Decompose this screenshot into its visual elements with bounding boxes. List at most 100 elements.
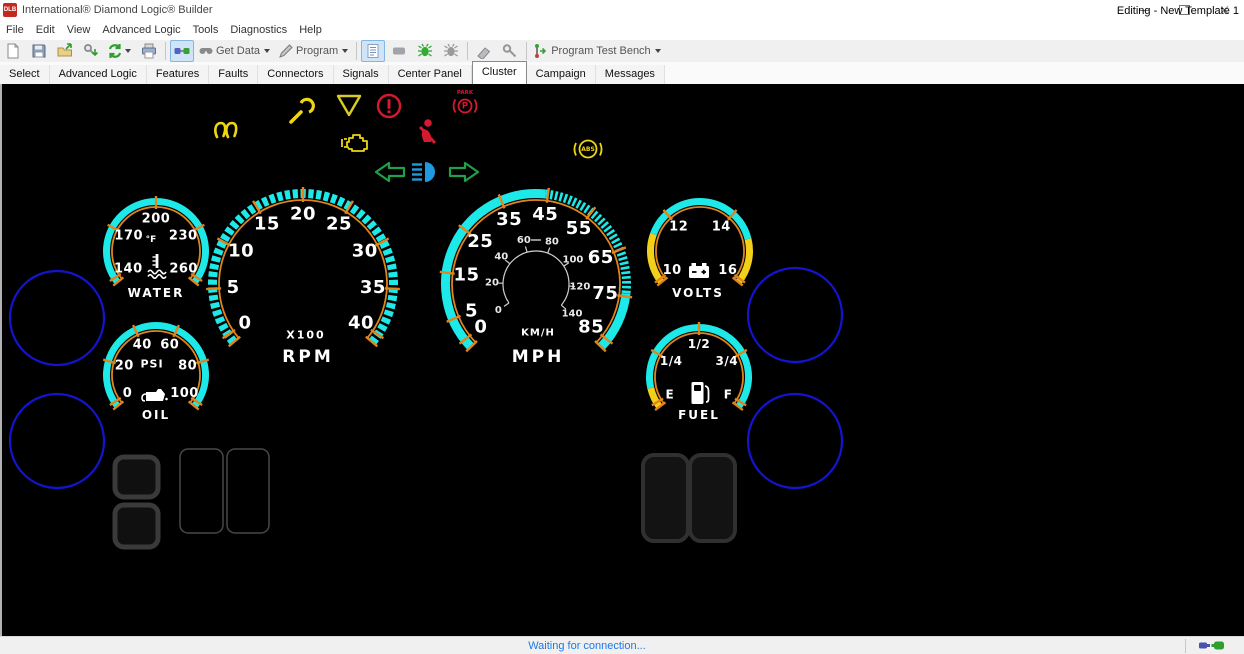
gauge-scale-label: 1/2 <box>688 337 711 351</box>
bug-gray-icon <box>443 43 459 59</box>
kmh-scale-label: 20 <box>485 277 499 288</box>
kmh-tick <box>504 303 509 306</box>
get-data-button[interactable]: Get Data <box>196 40 274 62</box>
program-button[interactable]: Program <box>276 40 352 62</box>
gauge-text: MPH <box>512 347 565 367</box>
kmh-scale-label: 40 <box>494 251 508 262</box>
sync-arrows-icon <box>107 43 123 59</box>
gauge-major-tick <box>385 288 400 289</box>
save-icon <box>31 43 47 59</box>
program-test-bench-button[interactable]: Program Test Bench <box>531 40 664 62</box>
tab-strip: Select Advanced Logic Features Faults Co… <box>0 62 1244 84</box>
cluster-window-left-2 <box>227 449 269 533</box>
rpm-gauge[interactable]: 0510152025303540X100RPM <box>206 187 400 367</box>
connect-button[interactable] <box>170 40 194 62</box>
program-test-bench-label: Program Test Bench <box>551 45 650 57</box>
toolbar-separator <box>165 42 166 60</box>
gauge-scale-label: 0 <box>238 313 251 334</box>
menu-help[interactable]: Help <box>293 24 328 36</box>
save-button[interactable] <box>27 40 51 62</box>
toolbar-separator <box>467 42 468 60</box>
gauge-scale-label: 1/4 <box>660 354 683 368</box>
kmh-scale-label: 120 <box>569 281 590 292</box>
erase-button[interactable] <box>472 40 496 62</box>
connection-plugs-icon <box>1198 638 1226 654</box>
gauge-scale-label: 5 <box>227 277 240 298</box>
abs-indicator: ABS <box>575 141 602 158</box>
gauge-scale-label: E <box>666 388 675 402</box>
menu-edit[interactable]: Edit <box>30 24 61 36</box>
cluster-button-small-top <box>115 457 158 497</box>
oil-pressure-gauge[interactable]: 020406080100PSIOIL <box>103 325 209 422</box>
get-data-label: Get Data <box>216 45 260 57</box>
gauge-scale-label: 230 <box>169 229 198 244</box>
tab-faults[interactable]: Faults <box>209 65 258 84</box>
dropdown-caret-icon <box>655 49 661 53</box>
import-button[interactable] <box>79 40 103 62</box>
menu-advanced-logic[interactable]: Advanced Logic <box>96 24 186 36</box>
gauge-hole-ring <box>748 394 842 488</box>
gauge-scale-label: 35 <box>360 277 386 298</box>
cluster-button-small-bottom <box>115 505 158 547</box>
gauge-scale-label: 45 <box>532 204 558 225</box>
open-button[interactable] <box>53 40 77 62</box>
tab-center-panel[interactable]: Center Panel <box>389 65 472 84</box>
kmh-scale-label: 100 <box>563 255 584 266</box>
tab-signals[interactable]: Signals <box>334 65 389 84</box>
sync-button[interactable] <box>105 40 135 62</box>
kmh-scale-label: 140 <box>562 309 583 320</box>
debug-disabled-button[interactable] <box>439 40 463 62</box>
tab-features[interactable]: Features <box>147 65 209 84</box>
tab-messages[interactable]: Messages <box>596 65 665 84</box>
debug-enabled-button[interactable] <box>413 40 437 62</box>
tab-select[interactable]: Select <box>0 65 50 84</box>
cluster-button-right-2 <box>690 455 735 541</box>
oil-can-icon <box>142 389 168 401</box>
cluster-window-left-1 <box>180 449 223 533</box>
tab-connectors[interactable]: Connectors <box>258 65 333 84</box>
gauge-scale-label: 60 <box>160 337 179 352</box>
fuel-gauge[interactable]: E1/41/23/4FFUEL <box>650 322 749 422</box>
view-document-button[interactable] <box>361 40 385 62</box>
menu-tools[interactable]: Tools <box>187 24 225 36</box>
gauge-major-tick <box>206 288 221 289</box>
kmh-inner-arc <box>503 251 569 305</box>
cluster-canvas[interactable]: 140170200230260°FWATER020406080100PSIOIL… <box>0 84 1244 636</box>
document-lines-icon <box>365 43 381 59</box>
menu-diagnostics[interactable]: Diagnostics <box>224 24 293 36</box>
gauge-scale-label: 25 <box>467 231 493 252</box>
volts-gauge[interactable]: 10121416VOLTS <box>651 201 750 300</box>
gauge-scale-label: 200 <box>142 212 171 227</box>
tab-campaign[interactable]: Campaign <box>527 65 596 84</box>
cluster-button-right-1 <box>643 455 688 541</box>
app-icon: DLB <box>3 3 17 17</box>
panel-edge <box>0 84 2 636</box>
print-button[interactable] <box>137 40 161 62</box>
gauge-scale-label: 10 <box>663 263 682 278</box>
left-turn-indicator <box>376 163 404 181</box>
coolant-icon <box>148 254 166 278</box>
tab-advanced-logic[interactable]: Advanced Logic <box>50 65 147 84</box>
gauge-scale-label: 55 <box>566 218 592 239</box>
mph-gauge[interactable]: 051525354555657585KM/HMPH020406080100120… <box>440 188 632 367</box>
fill-button[interactable] <box>387 40 411 62</box>
gauge-scale-label: 65 <box>588 247 614 268</box>
menu-view[interactable]: View <box>61 24 97 36</box>
high-beam-indicator <box>412 162 435 182</box>
gauge-scale-label: 5 <box>465 301 478 322</box>
toolbar-separator <box>356 42 357 60</box>
gauge-scale-label: 30 <box>352 241 378 262</box>
check-engine-indicator <box>342 135 367 151</box>
gauge-text: KM/H <box>521 328 555 339</box>
gauge-scale-label: 12 <box>669 220 688 235</box>
new-button[interactable] <box>1 40 25 62</box>
key-button[interactable] <box>498 40 522 62</box>
menu-file[interactable]: File <box>0 24 30 36</box>
water-temp-gauge[interactable]: 140170200230260°FWATER <box>107 196 206 300</box>
tab-cluster[interactable]: Cluster <box>472 61 527 84</box>
gauge-scale-label: 100 <box>170 386 199 401</box>
gauge-text: °F <box>146 235 157 245</box>
gauge-scale-label: 35 <box>496 209 522 230</box>
program-label: Program <box>296 45 338 57</box>
gauge-scale-label: 10 <box>228 241 254 262</box>
